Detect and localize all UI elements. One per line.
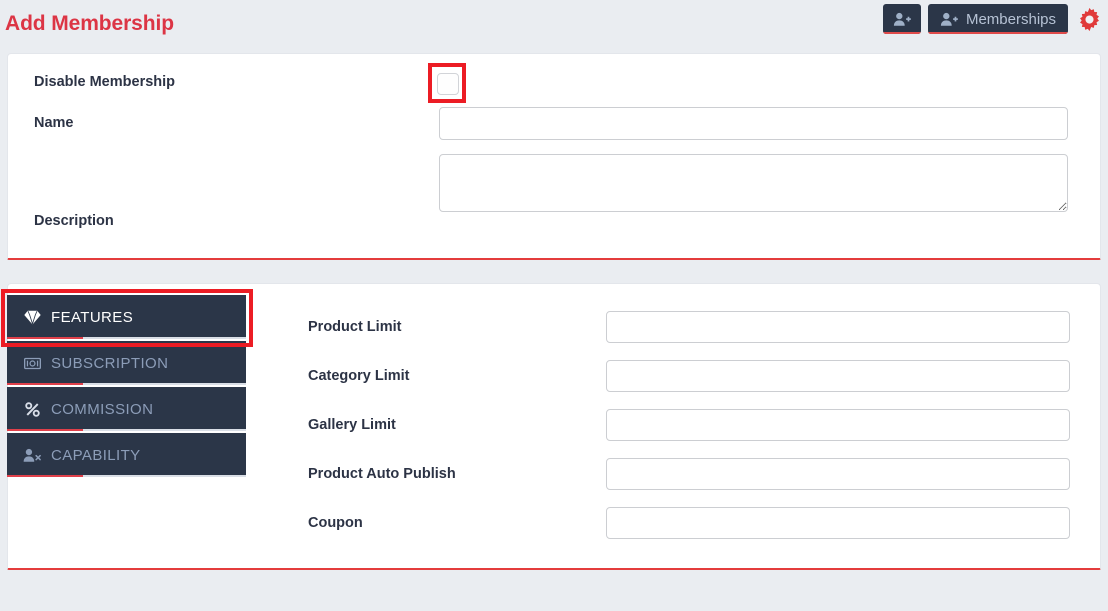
gear-icon (1077, 7, 1102, 32)
user-plus-icon (893, 12, 911, 27)
memberships-button-label: Memberships (965, 10, 1056, 28)
tab-capability[interactable]: CAPABILITY (7, 433, 246, 477)
coupon-input[interactable] (606, 507, 1070, 539)
user-times-icon (23, 446, 41, 464)
membership-details-card: Disable Membership Name Description (7, 53, 1101, 260)
tab-subscription[interactable]: SUBSCRIPTION (7, 341, 246, 385)
category-limit-label: Category Limit (308, 368, 410, 384)
page-root: Add Membership Memberships Disable Membe… (0, 0, 1108, 611)
add-membership-button[interactable] (882, 4, 921, 34)
topbar-actions: Memberships (882, 4, 1104, 34)
percent-icon (23, 400, 41, 418)
memberships-button[interactable]: Memberships (927, 4, 1068, 34)
product-limit-label: Product Limit (308, 319, 402, 335)
description-label: Description (34, 213, 114, 229)
product-auto-publish-input[interactable] (606, 458, 1070, 490)
disable-membership-checkbox[interactable] (437, 73, 459, 95)
tab-commission-label: COMMISSION (51, 400, 154, 418)
tab-capability-label: CAPABILITY (51, 446, 141, 464)
tab-features[interactable]: FEATURES (7, 295, 246, 339)
tab-commission[interactable]: COMMISSION (7, 387, 246, 431)
settings-tab-list: FEATURES SUBSCRIPTION COMMISSION CAPABIL… (7, 295, 246, 479)
coupon-label: Coupon (308, 515, 363, 531)
settings-button[interactable] (1075, 7, 1104, 32)
user-plus-icon (940, 12, 958, 27)
tab-features-label: FEATURES (51, 308, 134, 326)
category-limit-input[interactable] (606, 360, 1070, 392)
description-textarea[interactable] (439, 154, 1068, 212)
tab-subscription-label: SUBSCRIPTION (51, 354, 169, 372)
disable-membership-label: Disable Membership (34, 74, 176, 90)
page-title: Add Membership (5, 12, 174, 35)
top-bar: Add Membership Memberships (0, 0, 1108, 48)
gem-icon (23, 308, 41, 326)
name-label: Name (34, 115, 74, 131)
product-auto-publish-label: Product Auto Publish (308, 466, 456, 482)
product-limit-input[interactable] (606, 311, 1070, 343)
gallery-limit-input[interactable] (606, 409, 1070, 441)
disable-membership-checkbox-wrap[interactable] (437, 73, 459, 95)
name-input[interactable] (439, 107, 1068, 140)
gallery-limit-label: Gallery Limit (308, 417, 396, 433)
money-bill-icon (23, 354, 41, 372)
